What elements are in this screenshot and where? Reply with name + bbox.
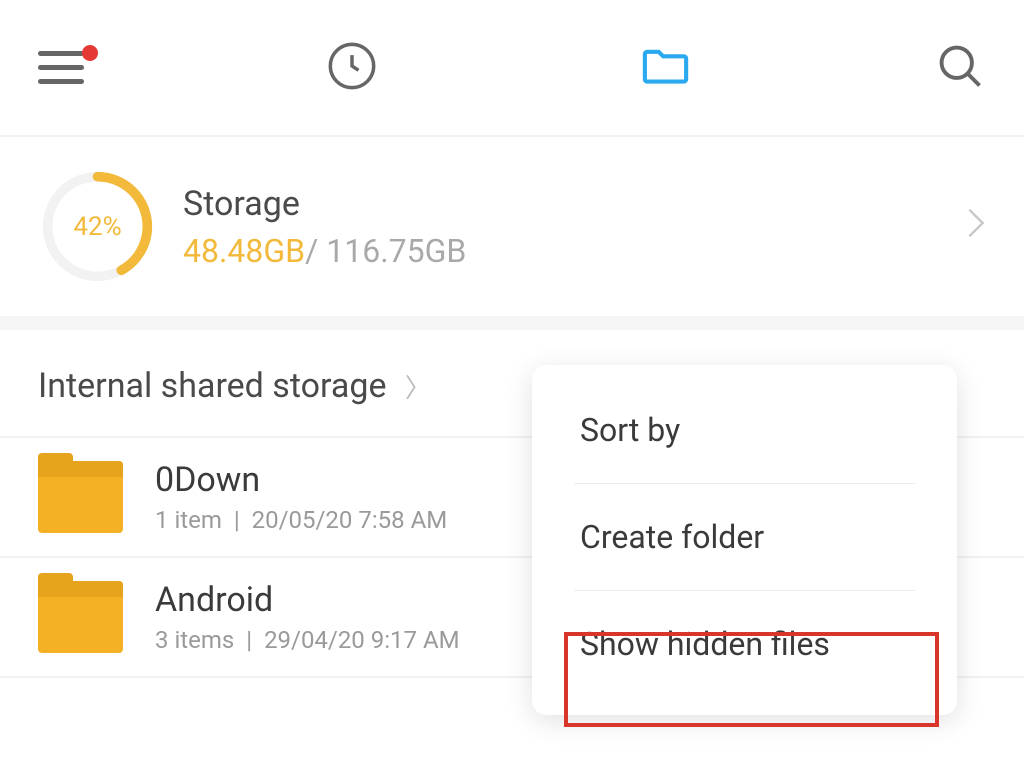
file-date: 20/05/20 7:58 AM bbox=[252, 506, 448, 534]
folder-icon bbox=[638, 38, 693, 93]
toolbar bbox=[0, 0, 1024, 137]
meta-separator: | bbox=[234, 506, 240, 534]
menu-show-hidden-files[interactable]: Show hidden files bbox=[574, 591, 915, 697]
notification-dot-icon bbox=[82, 45, 98, 61]
storage-donut: 42% bbox=[40, 169, 155, 284]
menu-create-folder[interactable]: Create folder bbox=[574, 484, 915, 591]
storage-title: Storage bbox=[183, 184, 966, 224]
folder-icon bbox=[38, 581, 123, 653]
context-menu: Sort by Create folder Show hidden files bbox=[532, 365, 957, 715]
recent-tab[interactable] bbox=[326, 40, 378, 96]
storage-used: 48.48GB bbox=[183, 232, 305, 270]
chevron-right-icon: 〉 bbox=[405, 374, 431, 404]
toolbar-center bbox=[326, 38, 693, 97]
menu-button[interactable] bbox=[38, 51, 84, 84]
storage-total: 116.75GB bbox=[326, 232, 466, 270]
file-items: 3 items bbox=[155, 626, 234, 654]
breadcrumb-label: Internal shared storage bbox=[38, 366, 386, 406]
files-tab[interactable] bbox=[638, 38, 693, 97]
search-button[interactable] bbox=[934, 40, 986, 96]
menu-sort-by[interactable]: Sort by bbox=[574, 377, 915, 484]
folder-icon bbox=[38, 461, 123, 533]
storage-sep: / bbox=[305, 232, 326, 270]
meta-separator: | bbox=[246, 626, 252, 654]
hamburger-icon bbox=[38, 51, 84, 84]
file-items: 1 item bbox=[155, 506, 222, 534]
storage-row[interactable]: 42% Storage 48.48GB/ 116.75GB bbox=[0, 137, 1024, 330]
storage-info: Storage 48.48GB/ 116.75GB bbox=[183, 184, 966, 270]
search-icon bbox=[934, 40, 986, 92]
file-date: 29/04/20 9:17 AM bbox=[264, 626, 460, 654]
storage-percent: 42% bbox=[40, 169, 155, 284]
chevron-right-icon bbox=[966, 206, 986, 247]
clock-icon bbox=[326, 40, 378, 92]
